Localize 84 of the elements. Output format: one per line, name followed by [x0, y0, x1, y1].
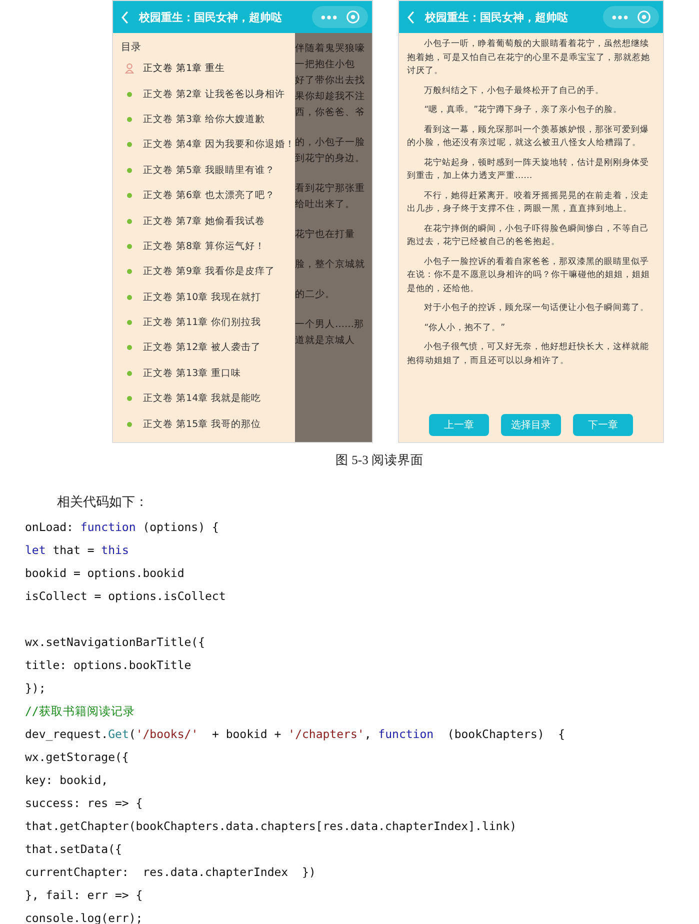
text-fragment: 到花宁的身边。 [295, 152, 366, 166]
back-icon[interactable] [121, 10, 129, 24]
story-paragraph: 看到这一幕，顾允琛那叫一个羡慕嫉妒恨，那张可爱到爆的小脸，他还没有亲过呢，就这么被丑八怪女人给糟蹋了。 [407, 124, 650, 150]
code-line: isCollect = options.isCollect [25, 588, 227, 605]
more-icon[interactable] [611, 14, 629, 20]
code-line: key: bookid, [25, 772, 110, 789]
story-paragraph: 在花宁摔倒的瞬间，小包子吓得脸色瞬间惨白，不等自己跑过去，花宁已经被自己的爸爸抱起。 [407, 222, 650, 249]
text-fragment: 好了带你出去找 [295, 74, 366, 88]
bullet-dot-icon [127, 116, 132, 122]
code-line: }, fail: err => { [25, 887, 144, 904]
chapter-item[interactable]: 正文卷 第8章 算你运气好！ [121, 234, 295, 260]
bullet-dot-icon [127, 269, 132, 274]
text-fragment: 道就是京城人 [295, 334, 356, 348]
bullet-dot-icon [127, 294, 132, 300]
story-paragraph: 小包子一脸控诉的看着自家爸爸，那双漆黑的眼睛里似乎在说：你不是不愿意以身相许的吗？你干嘛碰他的姐姐，姐姐是他的，还给他。 [407, 256, 651, 296]
chapter-item[interactable]: 正文卷 第1章 重生 [121, 56, 295, 82]
text-fragment: 给吐出来了。 [295, 198, 356, 212]
story-paragraph: 小包子很气愤，可又好无奈，他好想赶快长大，这样就能抱得动姐姐了，而且还可以以身相许了。 [407, 341, 650, 368]
code-line: that.getChapter(bookChapters.data.chapters[res.data.chapterIndex].link) [25, 818, 518, 835]
back-icon[interactable] [407, 10, 415, 24]
text-fragment: 西，你爸爸、爷 [295, 106, 366, 120]
person-icon [125, 63, 134, 74]
bullet-dot-icon [127, 92, 132, 97]
capsule-menu[interactable] [312, 6, 368, 28]
chapter-item[interactable]: 正文卷 第10章 我现在就打 [121, 284, 295, 310]
chapter-item[interactable]: 正文卷 第5章 我眼睛里有谁？ [121, 158, 295, 183]
bullet-dot-icon [127, 345, 132, 350]
code-line: wx.setNavigationBarTitle({ [25, 634, 206, 651]
page-title: 校园重生：国民女神，超帅哒 [139, 10, 283, 24]
chapter-item[interactable]: 正文卷 第13章 重口味 [121, 360, 295, 386]
code-line: dev_request.Get('/books/' + bookid + '/chapters', function (bookChapters) { [25, 726, 566, 743]
code-line: bookid = options.bookid [25, 565, 186, 582]
chapter-item[interactable]: 正文卷 第14章 我就是能吃 [121, 386, 295, 412]
text-fragment: 一个男人……那 [295, 318, 365, 332]
chapter-item[interactable]: 正文卷 第7章 她偷看我试卷 [121, 208, 295, 234]
chapter-item[interactable]: 正文卷 第4章 因为我要和你退婚！ [121, 132, 295, 158]
code-line: that.setData({ [25, 841, 123, 858]
story-paragraph: 花宁站起身，顿时感到一阵天旋地转，估计是刚刚身体受到重击，加上体力透支严重…… [407, 156, 650, 183]
code-line: //获取书籍阅读记录 [25, 703, 136, 720]
bullet-dot-icon [127, 168, 132, 173]
story-paragraph: 小包子一听，睁着葡萄般的大眼睛看着花宁，虽然想继续抱着她，可是又怕自己在花宁的心里不是乖宝宝了，那就惹她讨厌了。 [407, 38, 651, 78]
bullet-dot-icon [127, 370, 132, 376]
chapter-item[interactable]: 正文卷 第3章 给你大嫂道歉 [121, 106, 295, 132]
text-fragment: 看到花宁那张重 [295, 182, 366, 196]
chapter-item[interactable]: 正文卷 第15章 我哥的那位 [121, 411, 295, 437]
bullet-dot-icon [127, 422, 132, 427]
intro-text: 相关代码如下： [57, 494, 149, 511]
capsule-menu[interactable] [603, 6, 659, 28]
chapter-item[interactable]: 正文卷 第2章 让我爸爸以身相许 [121, 81, 295, 107]
chapter-item[interactable]: 正文卷 第9章 我看你是皮痒了 [121, 259, 295, 285]
code-line: let that = this [25, 542, 130, 559]
story-paragraph: 不行，她得赶紧离开。咬着牙摇摇晃晃的在前走着，没走出几步，身子终于支撑不住，两眼一黑，直直摔到地上。 [407, 190, 650, 216]
story-paragraph: 万般纠结之下，小包子最终松开了自己的手。 [423, 84, 606, 98]
more-icon[interactable] [320, 14, 338, 20]
chapter-item[interactable]: 正文卷 第11章 你们别拉我 [121, 310, 295, 336]
bullet-dot-icon [127, 142, 132, 148]
figure-caption: 图 5-3 阅读界面 [334, 452, 424, 469]
text-fragment: 的二少。 [295, 288, 336, 302]
text-fragment: 的，小包子一脸 [295, 136, 366, 150]
text-fragment: 一把抱住小包 [295, 58, 356, 72]
close-target-icon[interactable] [637, 10, 651, 24]
story-paragraph: “嗯，真乖。”花宁蹲下身子，亲了亲小包子的脸。 [423, 104, 624, 117]
chapter-item[interactable]: 正文卷 第12章 被人袭击了 [121, 335, 295, 361]
code-line: wx.getStorage({ [25, 749, 130, 766]
page-title: 校园重生：国民女神，超帅哒 [425, 10, 569, 24]
code-line: }); [25, 680, 47, 697]
text-fragment: 果你却趁我不注 [295, 90, 366, 104]
text-fragment: 花宁也在打量 [295, 228, 356, 242]
text-fragment: 伴随着鬼哭狼嚎 [295, 42, 366, 56]
text-fragment: 脸，整个京城就 [295, 258, 366, 272]
story-paragraph: 对于小包子的控诉，顾允琛一句话便让小包子瞬间蔫了。 [423, 302, 650, 315]
story-paragraph: “你人小，抱不了。” [423, 322, 506, 334]
chapter-item[interactable]: 正文卷 第6章 也太漂亮了吧？ [121, 182, 295, 208]
code-line: onLoad: function (options) { [25, 519, 220, 536]
bullet-dot-icon [127, 396, 132, 402]
close-target-icon[interactable] [346, 10, 360, 24]
toc-heading: 目录 [121, 41, 142, 54]
code-line: title: options.bookTitle [25, 657, 192, 674]
bullet-dot-icon [127, 193, 132, 198]
bullet-dot-icon [127, 244, 132, 249]
code-line: currentChapter: res.data.chapterIndex }) [25, 864, 317, 881]
code-line: success: res => { [25, 795, 144, 812]
bullet-dot-icon [127, 320, 132, 326]
bullet-dot-icon [127, 218, 132, 224]
